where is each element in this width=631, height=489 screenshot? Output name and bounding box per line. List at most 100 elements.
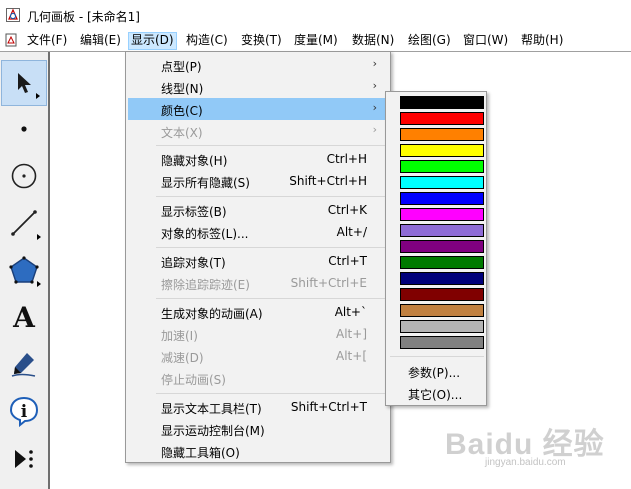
color-swatch[interactable]	[400, 240, 484, 253]
color-swatch[interactable]	[400, 192, 484, 205]
menu-edit[interactable]: 编辑(E)	[77, 32, 124, 50]
menu-help[interactable]: 帮助(H)	[518, 32, 566, 50]
menu-item-speed-up: 加速(I) Alt+]	[128, 323, 388, 345]
point-tool[interactable]	[1, 106, 47, 152]
color-swatch[interactable]	[400, 96, 484, 109]
menu-item-label: 停止动画(S)	[161, 373, 226, 387]
menu-item-line-style[interactable]: 线型(N) ›	[128, 76, 388, 98]
menu-item-show-all-hidden[interactable]: 显示所有隐藏(S) Shift+Ctrl+H	[128, 170, 388, 192]
color-swatch[interactable]	[400, 208, 484, 221]
color-swatch[interactable]	[400, 336, 484, 349]
menu-item-animate-objects[interactable]: 生成对象的动画(A) Alt+`	[128, 301, 388, 323]
submenu-arrow-icon: ›	[372, 79, 377, 92]
color-swatch[interactable]	[400, 144, 484, 157]
menu-item-shortcut: Ctrl+T	[328, 254, 367, 268]
point-icon	[21, 126, 27, 132]
menu-item-hide-toolbox[interactable]: 隐藏工具箱(O)	[128, 440, 388, 462]
menu-item-label: 隐藏工具箱(O)	[161, 446, 240, 460]
menu-separator	[156, 298, 388, 299]
menu-item-shortcut: Shift+Ctrl+E	[290, 276, 367, 290]
arrow-tool[interactable]	[1, 60, 47, 106]
compass-tool[interactable]	[1, 153, 47, 199]
marker-tool[interactable]	[1, 341, 47, 387]
menu-separator	[156, 393, 388, 394]
color-swatch[interactable]	[400, 320, 484, 333]
submenu-arrow-icon: ›	[372, 57, 377, 70]
custom-tool[interactable]	[1, 436, 47, 482]
menu-window[interactable]: 窗口(W)	[460, 32, 511, 50]
submenu-arrow-icon: ›	[372, 101, 377, 114]
menu-item-point-style[interactable]: 点型(P) ›	[128, 54, 388, 76]
menu-item-label: 生成对象的动画(A)	[161, 307, 263, 321]
menu-item-label: 显示运动控制台(M)	[161, 424, 265, 438]
menu-measure[interactable]: 度量(M)	[291, 32, 341, 50]
menu-item-color-parameter[interactable]: 参数(P)...	[408, 364, 460, 381]
menu-item-color-other[interactable]: 其它(O)...	[408, 386, 462, 403]
menu-item-object-label[interactable]: 对象的标签(L)... Alt+/	[128, 221, 388, 243]
arrow-cursor-icon	[18, 73, 31, 93]
tool-expand-indicator-icon	[37, 281, 41, 287]
window-title: 几何画板 - [未命名1]	[27, 10, 140, 24]
menu-item-show-labels[interactable]: 显示标签(B) Ctrl+K	[128, 199, 388, 221]
menu-item-label: 文本(X)	[161, 126, 203, 140]
title-bar: 几何画板 - [未命名1]	[0, 0, 631, 30]
color-swatch[interactable]	[400, 304, 484, 317]
menu-item-label: 显示文本工具栏(T)	[161, 402, 262, 416]
menu-item-label: 线型(N)	[161, 82, 204, 96]
polygon-tool[interactable]	[1, 247, 47, 293]
color-swatch[interactable]	[400, 128, 484, 141]
color-swatch[interactable]	[400, 224, 484, 237]
marker-pen-icon	[11, 353, 36, 377]
menu-construct[interactable]: 构造(C)	[183, 32, 231, 50]
menu-file[interactable]: 文件(F)	[24, 32, 70, 50]
menu-separator	[390, 356, 484, 357]
color-swatch[interactable]	[400, 160, 484, 173]
submenu-arrow-icon: ›	[372, 123, 377, 136]
information-tool[interactable]: i	[1, 388, 47, 434]
menu-item-shortcut: Alt+/	[336, 225, 367, 239]
menu-item-slow-down: 减速(D) Alt+[	[128, 345, 388, 367]
menu-item-color[interactable]: 颜色(C) ›	[128, 98, 388, 120]
menu-item-label: 减速(D)	[161, 351, 204, 365]
pentagon-icon	[9, 256, 39, 284]
menu-item-label: 颜色(C)	[161, 104, 203, 118]
menu-item-label: 点型(P)	[161, 60, 202, 74]
baidu-watermark: Baidu 经验 jingyan.baidu.com	[445, 415, 625, 475]
color-swatch[interactable]	[400, 256, 484, 269]
color-swatch[interactable]	[400, 288, 484, 301]
info-bubble-icon: i	[9, 396, 39, 427]
straightedge-tool[interactable]	[1, 200, 47, 246]
menu-item-label: 擦除追踪踪迹(E)	[161, 278, 250, 292]
menu-item-shortcut: Alt+]	[336, 327, 367, 341]
menu-item-shortcut: Alt+[	[336, 349, 367, 363]
menu-item-show-motion-controller[interactable]: 显示运动控制台(M)	[128, 418, 388, 440]
menu-data[interactable]: 数据(N)	[349, 32, 397, 50]
toolbox: A i	[0, 52, 50, 489]
info-glyph: i	[21, 402, 28, 422]
menu-item-text: 文本(X) ›	[128, 120, 388, 142]
menu-item-show-text-toolbar[interactable]: 显示文本工具栏(T) Shift+Ctrl+T	[128, 396, 388, 418]
menu-item-label: 显示标签(B)	[161, 205, 227, 219]
menu-item-label: 加速(I)	[161, 329, 198, 343]
menu-transform[interactable]: 变换(T)	[238, 32, 285, 50]
menu-item-shortcut: Ctrl+K	[327, 203, 367, 217]
menu-item-erase-traces: 擦除追踪踪迹(E) Shift+Ctrl+E	[128, 272, 388, 294]
color-swatch[interactable]	[400, 112, 484, 125]
text-a-icon: A	[13, 300, 35, 334]
menu-item-label: 追踪对象(T)	[161, 256, 226, 270]
menu-item-hide-objects[interactable]: 隐藏对象(H) Ctrl+H	[128, 148, 388, 170]
circle-compass-icon	[11, 163, 37, 189]
menu-item-shortcut: Shift+Ctrl+T	[290, 400, 367, 414]
menu-item-trace-objects[interactable]: 追踪对象(T) Ctrl+T	[128, 250, 388, 272]
menu-separator	[156, 145, 388, 146]
document-icon[interactable]	[4, 33, 18, 47]
menu-display[interactable]: 显示(D)	[128, 32, 177, 50]
menu-item-label: 显示所有隐藏(S)	[161, 176, 250, 190]
color-swatch[interactable]	[400, 272, 484, 285]
color-swatch[interactable]	[400, 176, 484, 189]
menu-graph[interactable]: 绘图(G)	[405, 32, 454, 50]
menu-item-shortcut: Alt+`	[334, 305, 367, 319]
text-tool[interactable]: A	[1, 294, 47, 340]
menu-bar: 文件(F) 编辑(E) 显示(D) 构造(C) 变换(T) 度量(M) 数据(N…	[0, 30, 631, 51]
color-submenu: 参数(P)... 其它(O)...	[385, 91, 487, 406]
